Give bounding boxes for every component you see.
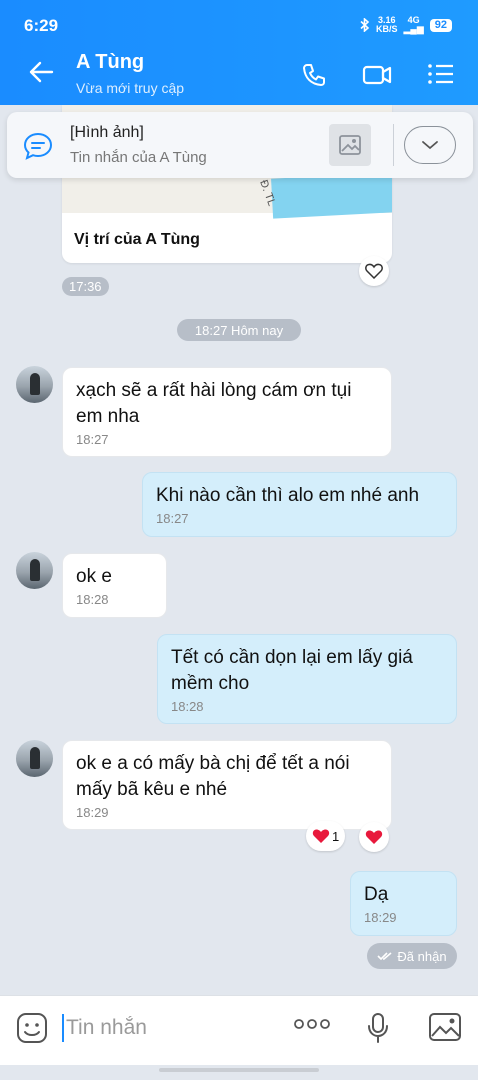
image-icon <box>339 135 361 155</box>
menu-list-icon[interactable] <box>427 62 455 86</box>
message-text: ok e <box>76 566 112 587</box>
message-time: 18:27 <box>76 432 109 447</box>
message-time: 18:28 <box>76 592 109 607</box>
more-options-icon[interactable] <box>294 1018 330 1030</box>
status-time: 6:29 <box>24 16 59 35</box>
incoming-message[interactable]: xạch sẽ a rất hài lòng cám ơn tụi em nha … <box>62 367 392 457</box>
incoming-message[interactable]: ok e 18:28 <box>62 553 167 618</box>
bluetooth-icon <box>360 18 370 32</box>
message-text: xạch sẽ a rất hài lòng cám ơn tụi em nha <box>76 380 352 427</box>
pinned-divider <box>393 124 394 166</box>
chevron-down-icon <box>422 141 438 150</box>
text-caret <box>62 1014 64 1042</box>
avatar[interactable] <box>16 552 53 589</box>
day-divider: 18:27 Hôm nay <box>177 319 301 341</box>
pinned-expand-button[interactable] <box>404 126 456 164</box>
reaction-summary[interactable]: 1 <box>306 821 346 851</box>
pinned-message-banner[interactable]: [Hình ảnh] Tin nhắn của A Tùng <box>7 112 473 178</box>
react-heart-button[interactable] <box>359 256 389 286</box>
message-text: Tết có cần dọn lại em lấy giá mềm cho <box>171 647 413 694</box>
message-time: 18:29 <box>364 910 397 925</box>
network-indicator: 4G ▂▄▆ <box>403 15 424 34</box>
double-check-icon <box>377 952 392 961</box>
home-indicator <box>159 1068 319 1072</box>
gallery-icon[interactable] <box>428 1011 462 1043</box>
outgoing-message[interactable]: Tết có cần dọn lại em lấy giá mềm cho 18:… <box>157 634 457 724</box>
reaction-count: 1 <box>332 828 340 844</box>
chat-bubble-icon <box>23 132 53 160</box>
message-text: Dạ <box>364 884 389 905</box>
react-heart-button[interactable] <box>359 822 389 852</box>
heart-outline-icon <box>365 263 383 279</box>
heart-filled-icon <box>312 829 330 843</box>
sticker-icon[interactable] <box>16 1012 48 1044</box>
outgoing-message[interactable]: Khi nào cần thì alo em nhé anh 18:27 <box>142 472 457 537</box>
message-composer <box>0 995 478 1065</box>
message-text: ok e a có mấy bà chị để tết a nói mấy bã … <box>76 753 350 800</box>
avatar[interactable] <box>16 366 53 403</box>
avatar[interactable] <box>16 740 53 777</box>
contact-status: Vừa mới truy cập <box>76 80 185 96</box>
message-time-pill: 17:36 <box>62 277 109 296</box>
pinned-thumbnail[interactable] <box>329 124 371 166</box>
status-icons: 3.16 KB/S 4G ▂▄▆ 92 <box>360 16 452 34</box>
message-time: 18:27 <box>156 511 189 526</box>
pinned-subtitle: Tin nhắn của A Tùng <box>70 149 207 166</box>
heart-filled-icon <box>365 830 383 844</box>
contact-name[interactable]: A Tùng <box>76 51 144 74</box>
back-arrow-icon[interactable] <box>28 60 54 84</box>
video-call-icon[interactable] <box>362 62 392 88</box>
incoming-message[interactable]: ok e a có mấy bà chị để tết a nói mấy bã … <box>62 740 392 830</box>
delivery-status: Đã nhận <box>367 943 457 969</box>
net-speed: 3.16 KB/S <box>376 15 398 34</box>
message-text: Khi nào cần thì alo em nhé anh <box>156 485 420 506</box>
outgoing-message[interactable]: Dạ 18:29 <box>350 871 457 936</box>
battery-indicator: 92 <box>429 18 452 32</box>
message-time: 18:28 <box>171 699 204 714</box>
chat-header: 6:29 3.16 KB/S 4G ▂▄▆ 92 A Tùng Vừa mới tr… <box>0 0 478 105</box>
message-input[interactable] <box>66 1012 276 1044</box>
microphone-icon[interactable] <box>366 1012 390 1044</box>
map-river <box>271 171 392 219</box>
message-time: 18:29 <box>76 805 109 820</box>
location-caption: Vị trí của A Tùng <box>74 231 200 248</box>
phone-icon[interactable] <box>301 62 327 88</box>
pinned-title: [Hình ảnh] <box>70 124 144 141</box>
